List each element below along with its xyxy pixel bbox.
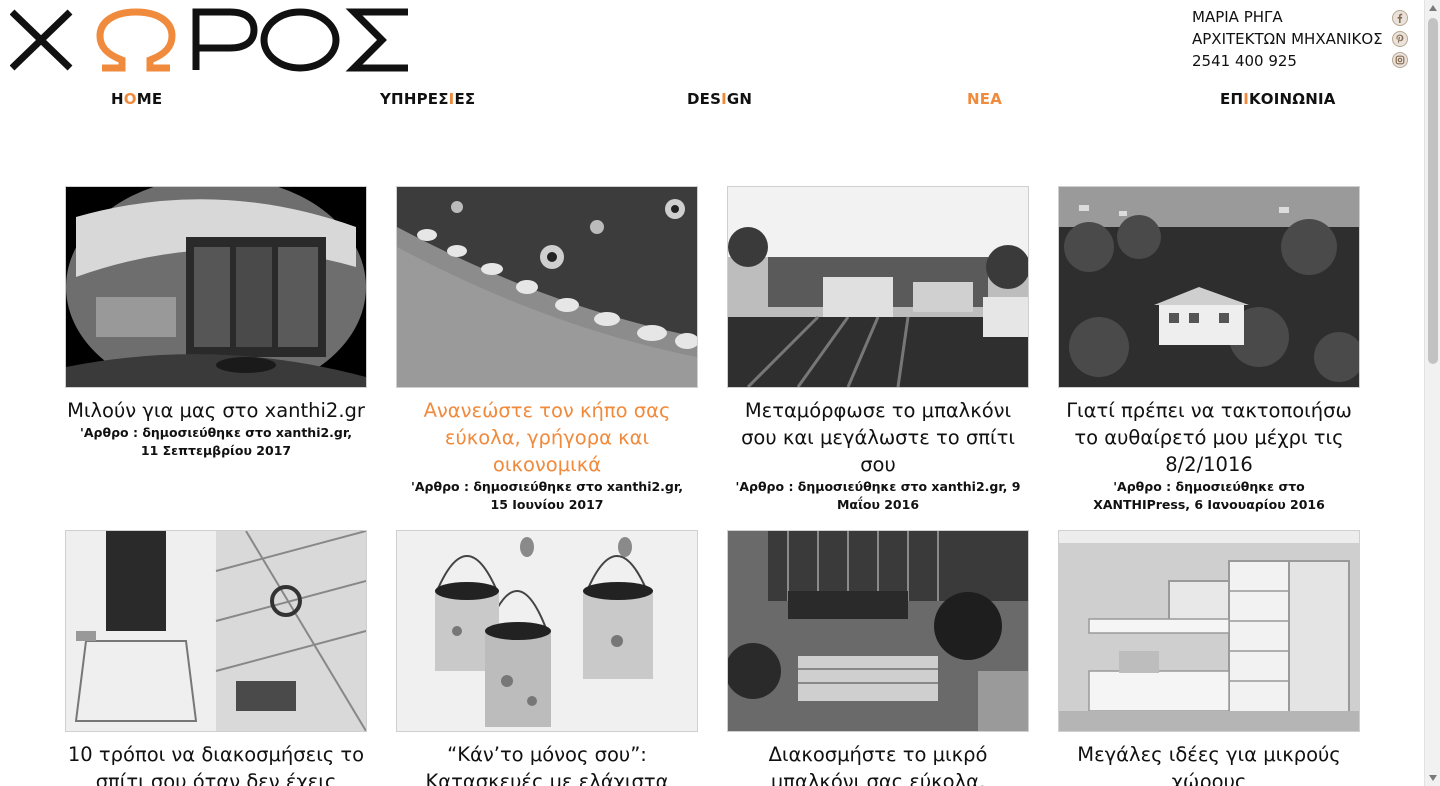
pinterest-icon[interactable] (1392, 31, 1408, 47)
nav-item-contact[interactable]: ΕΠΙΚΟΙΝΩΝΙΑ (1220, 90, 1336, 108)
article-card[interactable]: 10 τρόποι να διακοσμήσεις το σπίτι σου ό… (65, 530, 367, 786)
nav-highlight-letter: Ι (1243, 90, 1249, 108)
nav-item-design[interactable]: DESIGN (687, 90, 752, 108)
contact-info: ΜΑΡΙΑ ΡΗΓΑ ΑΡΧΙΤΕΚΤΩΝ ΜΗΧΑΝΙΚΟΣ 2541 400… (1192, 6, 1412, 72)
article-title[interactable]: “Κάν’το μόνος σου”: Κατασκευές με ελάχισ… (396, 741, 698, 786)
article-image[interactable] (396, 530, 698, 732)
article-image[interactable] (65, 530, 367, 732)
article-card[interactable]: Γιατί πρέπει να τακτοποιήσω το αυθαίρετό… (1058, 186, 1360, 514)
scrollbar-thumb[interactable] (1428, 18, 1438, 364)
article-title[interactable]: Μεταμόρφωσε το μπαλκόνι σου και μεγάλωστ… (727, 397, 1029, 478)
nav-item-services[interactable]: ΥΠΗΡΕΣΙΕΣ (380, 90, 475, 108)
article-card[interactable]: “Κάν’το μόνος σου”: Κατασκευές με ελάχισ… (396, 530, 698, 786)
nav-highlight-letter: I (721, 90, 727, 108)
article-title[interactable]: Διακοσμήστε το μικρό μπαλκόνι σας εύκολα… (727, 741, 1029, 786)
article-meta: 'Αρθρο : δημοσιεύθηκε στο XANTHIPress, 6… (1093, 479, 1325, 512)
article-meta: 'Αρθρο : δημοσιεύθηκε στο xanthi2.gr, 15… (411, 479, 683, 512)
article-image[interactable] (727, 186, 1029, 388)
article-meta: 'Αρθρο : δημοσιεύθηκε στο xanthi2.gr, 9 … (735, 479, 1021, 512)
article-title[interactable]: Ανανεώστε τον κήπο σας εύκολα, γρήγορα κ… (396, 397, 698, 478)
article-image[interactable] (396, 186, 698, 388)
instagram-icon[interactable] (1392, 52, 1408, 68)
article-card[interactable]: Μεταμόρφωσε το μπαλκόνι σου και μεγάλωστ… (727, 186, 1029, 514)
scroll-down-arrow-icon[interactable] (1425, 770, 1440, 786)
main-nav: HOME ΥΠΗΡΕΣΙΕΣ DESIGN ΝΕΑ ΕΠΙΚΟΙΝΩΝΙΑ (0, 90, 1424, 112)
article-image[interactable] (727, 530, 1029, 732)
article-title[interactable]: 10 τρόποι να διακοσμήσεις το σπίτι σου ό… (65, 741, 367, 786)
contact-name: ΜΑΡΙΑ ΡΗΓΑ (1192, 8, 1283, 26)
social-links (1392, 10, 1408, 73)
page-scrollbar[interactable] (1424, 0, 1440, 786)
logo-graphic (9, 8, 408, 72)
nav-item-news[interactable]: ΝΕΑ (967, 90, 1002, 108)
article-card[interactable]: Μεγάλες ιδέες για μικρούς χώρους (1058, 530, 1360, 786)
scroll-up-arrow-icon[interactable] (1425, 0, 1440, 16)
article-card[interactable]: Μιλούν για μας στο xanthi2.gr 'Αρθρο : δ… (65, 186, 367, 460)
facebook-icon[interactable] (1392, 10, 1408, 26)
nav-highlight-letter: O (123, 90, 137, 108)
contact-profession: ΑΡΧΙΤΕΚΤΩΝ ΜΗΧΑΝΙΚΟΣ (1192, 30, 1383, 48)
article-card[interactable]: Διακοσμήστε το μικρό μπαλκόνι σας εύκολα… (727, 530, 1029, 786)
article-title[interactable]: Γιατί πρέπει να τακτοποιήσω το αυθαίρετό… (1058, 397, 1360, 478)
article-title[interactable]: Μεγάλες ιδέες για μικρούς χώρους (1058, 741, 1360, 786)
article-card[interactable]: Ανανεώστε τον κήπο σας εύκολα, γρήγορα κ… (396, 186, 698, 514)
article-image[interactable] (1058, 530, 1360, 732)
article-meta: 'Αρθρο : δημοσιεύθηκε στο xanthi2.gr, 11… (80, 425, 352, 458)
nav-highlight-letter: Ι (448, 90, 455, 108)
article-image[interactable] (65, 186, 367, 388)
article-image[interactable] (1058, 186, 1360, 388)
site-logo[interactable] (9, 8, 410, 72)
contact-phone[interactable]: 2541 400 925 (1192, 50, 1412, 72)
nav-item-home[interactable]: HOME (111, 90, 162, 108)
article-title[interactable]: Μιλούν για μας στο xanthi2.gr (65, 397, 367, 424)
